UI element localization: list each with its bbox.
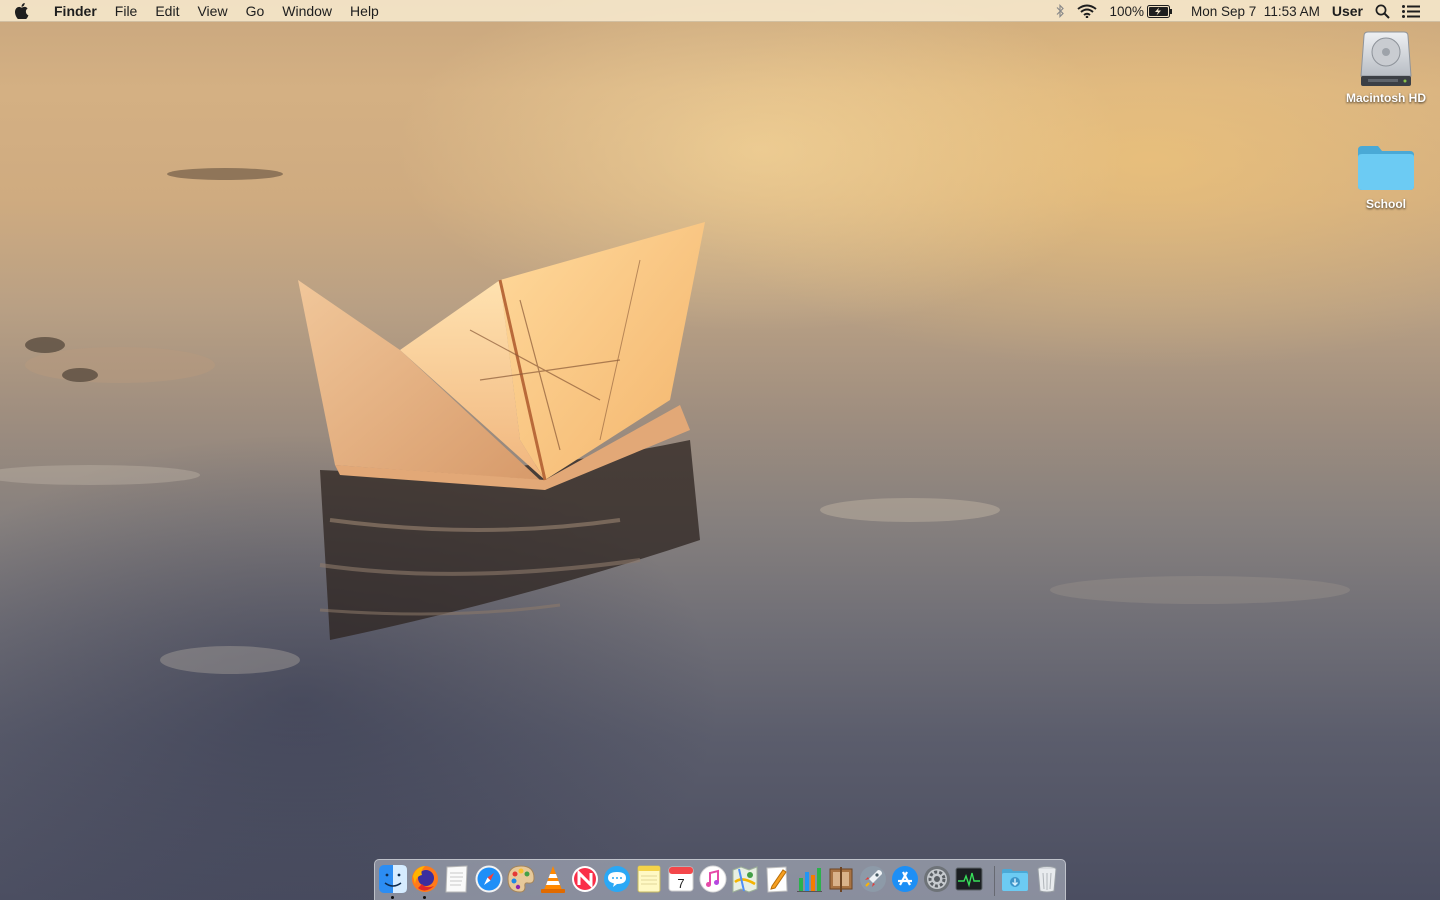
dock-finder[interactable] <box>377 863 409 899</box>
running-indicator <box>391 896 394 899</box>
safari-icon <box>475 865 503 893</box>
apple-menu-icon[interactable] <box>0 0 44 22</box>
desktop-icon-macintosh-hd[interactable]: Macintosh HD <box>1338 30 1434 105</box>
battery-status[interactable]: 100% <box>1103 0 1179 22</box>
desktop-icon-label: School <box>1365 197 1406 211</box>
dock: 7 <box>374 859 1066 900</box>
dock-textedit[interactable] <box>441 863 473 895</box>
trash-icon <box>1037 866 1057 893</box>
messages-icon <box>604 866 630 892</box>
activity-monitor-icon <box>955 867 983 891</box>
downloads-folder-icon <box>1002 869 1028 891</box>
menu-window[interactable]: Window <box>273 0 341 22</box>
maps-icon <box>732 866 758 893</box>
pages-icon <box>766 866 788 893</box>
desktop-wallpaper <box>0 0 1440 900</box>
desktop-icon-label: Macintosh HD <box>1345 91 1426 105</box>
menu-bar: Finder File Edit View Go Window Help 100… <box>0 0 1440 22</box>
dock-app-store[interactable] <box>889 863 921 895</box>
news-icon <box>572 866 598 892</box>
battery-percent: 100% <box>1109 3 1145 19</box>
menu-help[interactable]: Help <box>341 0 388 22</box>
keynote-icon <box>829 867 853 892</box>
numbers-chart-icon <box>797 868 822 892</box>
dock-vlc[interactable] <box>537 863 569 895</box>
dock-safari[interactable] <box>473 863 505 895</box>
list-icon[interactable] <box>1396 0 1440 22</box>
dock-firefox[interactable] <box>409 863 441 899</box>
menu-view[interactable]: View <box>188 0 236 22</box>
rocket-icon <box>860 866 886 892</box>
paper-boat-illustration <box>0 168 1350 674</box>
dock-itunes[interactable] <box>697 863 729 895</box>
search-icon[interactable] <box>1369 0 1396 22</box>
menu-go[interactable]: Go <box>237 0 274 22</box>
dock-calendar[interactable]: 7 <box>665 863 697 895</box>
dock-system-preferences[interactable] <box>921 863 953 895</box>
notes-icon <box>637 865 661 893</box>
folder-icon <box>1358 146 1414 190</box>
dock-paintbrush[interactable] <box>505 863 537 895</box>
textedit-icon <box>445 865 468 893</box>
dock-activity-monitor[interactable] <box>953 863 985 895</box>
desktop-icon-school-folder[interactable]: School <box>1338 142 1434 211</box>
dock-notes[interactable] <box>633 863 665 895</box>
wifi-icon[interactable] <box>1071 0 1103 22</box>
vlc-cone-icon <box>541 866 565 893</box>
dock-downloads-stack[interactable] <box>999 863 1031 895</box>
finder-icon <box>379 865 407 893</box>
dock-separator <box>994 866 995 896</box>
dock-numbers[interactable] <box>793 863 825 895</box>
dock-messages[interactable] <box>601 863 633 895</box>
user-menu[interactable]: User <box>1326 0 1369 22</box>
menu-file[interactable]: File <box>106 0 147 22</box>
menu-app-finder[interactable]: Finder <box>44 0 106 22</box>
running-indicator <box>423 896 426 899</box>
firefox-icon <box>412 866 438 892</box>
gear-icon <box>924 866 950 892</box>
dock-keynote[interactable] <box>825 863 857 895</box>
app-store-icon <box>892 866 918 892</box>
calendar-day-number: 7 <box>677 876 684 891</box>
calendar-icon: 7 <box>668 866 694 892</box>
bluetooth-icon[interactable] <box>1049 0 1071 22</box>
music-note-icon <box>699 865 727 893</box>
dock-maps[interactable] <box>729 863 761 895</box>
clock[interactable]: Mon Sep 7 11:53 AM <box>1179 0 1326 22</box>
dock-launchpad[interactable] <box>857 863 889 895</box>
menu-edit[interactable]: Edit <box>146 0 188 22</box>
dock-news[interactable] <box>569 863 601 895</box>
battery-charging-icon <box>1147 4 1173 18</box>
palette-icon <box>507 865 535 893</box>
dock-trash[interactable] <box>1031 863 1063 895</box>
dock-pages[interactable] <box>761 863 793 895</box>
hard-drive-icon <box>1360 31 1412 86</box>
